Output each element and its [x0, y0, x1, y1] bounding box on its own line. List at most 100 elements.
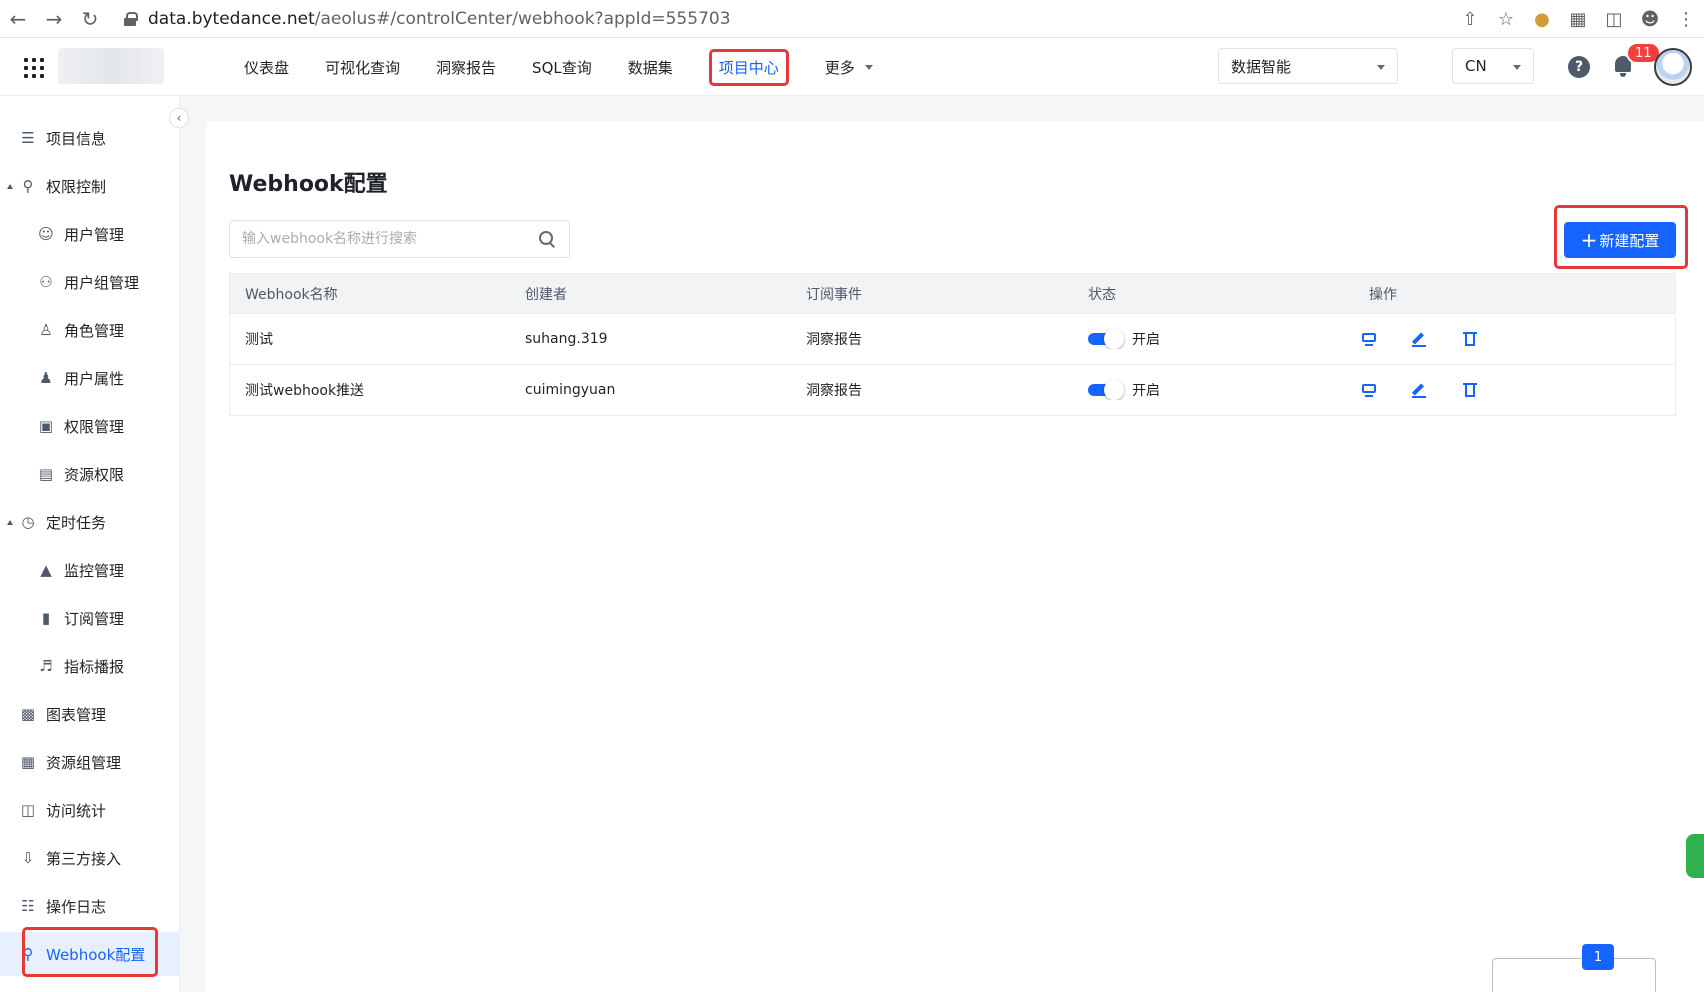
table-row: 测试 suhang.319 洞察报告 开启	[230, 313, 1675, 364]
puzzle-extension-icon[interactable]: ▦	[1560, 9, 1596, 30]
monitor-icon: ▲	[40, 561, 52, 579]
sidebar-item-operation-log[interactable]: ☷ 操作日志	[0, 884, 180, 928]
language-select[interactable]: CN	[1452, 48, 1534, 84]
delete-icon[interactable]	[1462, 382, 1478, 398]
bar-chart-icon: ▩	[20, 705, 36, 723]
share-icon[interactable]: ⇧	[1452, 9, 1488, 30]
bookmark-icon: ▮	[41, 609, 51, 627]
creator: suhang.319	[525, 331, 608, 347]
shield-icon: ⚲	[22, 177, 34, 195]
nav-dashboard[interactable]: 仪表盘	[226, 38, 307, 96]
column-header-name: Webhook名称	[245, 286, 338, 303]
sidebar-item-scheduled-tasks[interactable]: ◷ 定时任务	[0, 500, 180, 544]
nav-sql-query[interactable]: SQL查询	[514, 38, 610, 96]
sidebar-item-subscription-management[interactable]: ▮ 订阅管理	[0, 596, 180, 640]
plus-icon: +	[1580, 228, 1598, 252]
clock-icon: ◷	[21, 513, 35, 531]
nav-insight-report[interactable]: 洞察报告	[418, 38, 514, 96]
sidebar-item-chart-management[interactable]: ▩ 图表管理	[0, 692, 180, 736]
side-panel-icon[interactable]: ◫	[1596, 9, 1632, 30]
stats-icon: ◫	[20, 801, 36, 819]
column-header-actions: 操作	[1369, 286, 1397, 303]
delete-icon[interactable]	[1462, 331, 1478, 347]
nav-more[interactable]: 更多	[807, 38, 891, 96]
collapse-triangle-icon	[7, 184, 13, 189]
star-icon[interactable]: ☆	[1488, 9, 1524, 30]
sidebar-item-project-info[interactable]: ☰ 项目信息	[0, 116, 180, 160]
browser-toolbar: ← → ↻ data.bytedance.net/aeolus#/control…	[0, 0, 1704, 38]
subscribed-event: 洞察报告	[806, 332, 862, 348]
page-title: Webhook配置	[229, 172, 388, 197]
chevron-down-icon	[1377, 65, 1385, 70]
top-nav: 仪表盘 可视化查询 洞察报告 SQL查询 数据集 项目中心 更多	[226, 38, 891, 96]
view-icon[interactable]	[1361, 331, 1377, 347]
nav-dataset[interactable]: 数据集	[610, 38, 691, 96]
sidebar-item-user-management[interactable]: ☺ 用户管理	[0, 212, 180, 256]
sidebar-item-permission-control[interactable]: ⚲ 权限控制	[0, 164, 180, 208]
app-grid-icon[interactable]	[24, 58, 44, 78]
chevron-down-icon	[1513, 65, 1521, 70]
help-icon[interactable]: ?	[1568, 56, 1590, 78]
status-toggle[interactable]	[1088, 329, 1124, 349]
cookie-extension-icon[interactable]: ●	[1524, 9, 1560, 30]
status-label: 开启	[1132, 383, 1160, 399]
edit-icon[interactable]	[1411, 331, 1427, 347]
back-arrow-icon[interactable]: ←	[0, 0, 36, 38]
org-select[interactable]: 数据智能	[1218, 48, 1398, 84]
subscribed-event: 洞察报告	[806, 383, 862, 399]
table-row: 测试webhook推送 cuimingyuan 洞察报告 开启	[230, 364, 1675, 415]
user-icon: ☺	[38, 225, 54, 243]
search-input[interactable]	[242, 221, 532, 257]
lock-icon	[124, 12, 138, 26]
sidebar-item-role-management[interactable]: ♙ 角色管理	[0, 308, 180, 352]
column-header-event: 订阅事件	[806, 286, 862, 303]
sidebar-item-permission-management[interactable]: ▣ 权限管理	[0, 404, 180, 448]
sidebar-item-access-stats[interactable]: ◫ 访问统计	[0, 788, 180, 832]
webhook-table: Webhook名称 创建者 订阅事件 状态 操作 测试 suhang.319 洞…	[229, 273, 1676, 416]
sidebar-item-third-party-integration[interactable]: ⇩ 第三方接入	[0, 836, 180, 880]
plug-icon: ⇩	[21, 849, 35, 867]
nav-visual-query[interactable]: 可视化查询	[307, 38, 418, 96]
collapse-triangle-icon	[7, 520, 13, 525]
nav-project-center[interactable]: 项目中心	[691, 38, 807, 96]
log-icon: ☷	[21, 897, 35, 915]
sidebar-item-user-attributes[interactable]: ♟ 用户属性	[0, 356, 180, 400]
webhook-name: 测试webhook推送	[245, 383, 365, 399]
sidebar-item-metric-broadcast[interactable]: ♬ 指标播报	[0, 644, 180, 688]
search-box	[229, 220, 570, 258]
address-bar[interactable]: data.bytedance.net/aeolus#/controlCenter…	[124, 4, 1464, 34]
speaker-icon: ♬	[39, 657, 53, 675]
status-label: 开启	[1132, 332, 1160, 348]
browser-menu-icon[interactable]: ⋮	[1668, 9, 1704, 30]
webhook-name: 测试	[245, 332, 273, 348]
highlight-outline	[22, 927, 158, 977]
sidebar-item-resource-group-management[interactable]: ▦ 资源组管理	[0, 740, 180, 784]
user-attr-icon: ♟	[39, 369, 53, 387]
profile-icon[interactable]: ☻	[1632, 9, 1668, 30]
table-header: Webhook名称 创建者 订阅事件 状态 操作	[230, 274, 1675, 313]
edit-icon[interactable]	[1411, 382, 1427, 398]
list-icon: ☰	[21, 129, 35, 147]
server-icon: ▦	[20, 753, 36, 771]
forward-arrow-icon[interactable]: →	[36, 0, 72, 38]
browser-actions: ⇧ ☆ ● ▦ ◫ ☻ ⋮	[1452, 0, 1704, 38]
sidebar-item-monitor-management[interactable]: ▲ 监控管理	[0, 548, 180, 592]
new-config-button[interactable]: + 新建配置	[1564, 222, 1676, 258]
pagination	[1492, 958, 1656, 992]
collapse-sidebar-icon[interactable]: ‹	[169, 108, 189, 128]
avatar[interactable]	[1654, 48, 1692, 86]
role-icon: ♙	[39, 321, 53, 339]
page-number-button[interactable]: 1	[1582, 944, 1614, 970]
view-icon[interactable]	[1361, 382, 1377, 398]
sidebar-item-resource-permission[interactable]: ▤ 资源权限	[0, 452, 180, 496]
feedback-tab[interactable]	[1686, 834, 1704, 878]
app-header: 仪表盘 可视化查询 洞察报告 SQL查询 数据集 项目中心 更多 数据智能 CN…	[0, 38, 1704, 96]
users-icon: ⚇	[39, 273, 53, 291]
sidebar-item-user-group-management[interactable]: ⚇ 用户组管理	[0, 260, 180, 304]
url-path: /aeolus#/controlCenter/webhook?appId=555…	[314, 9, 731, 29]
search-icon[interactable]	[539, 231, 555, 247]
column-header-creator: 创建者	[525, 286, 567, 303]
reload-icon[interactable]: ↻	[72, 0, 108, 38]
status-toggle[interactable]	[1088, 380, 1124, 400]
lock-icon: ▣	[38, 417, 54, 435]
